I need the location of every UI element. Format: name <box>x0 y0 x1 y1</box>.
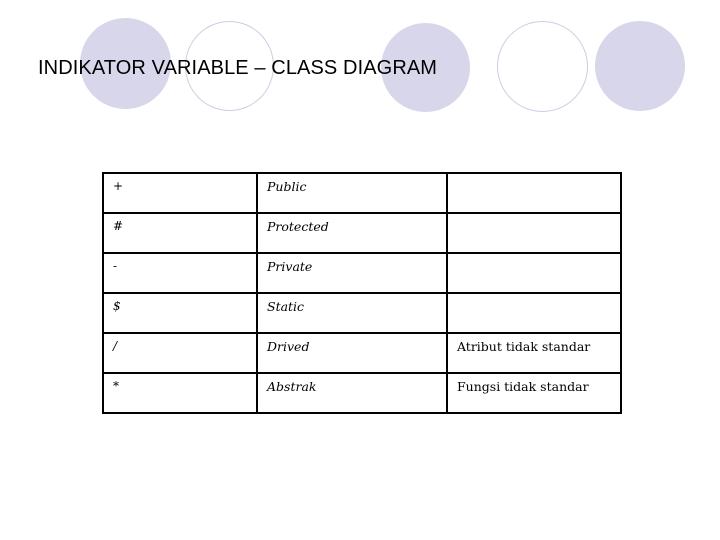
cell-symbol: # <box>102 212 258 254</box>
cell-note: Fungsi tidak standar <box>446 372 622 414</box>
cell-meaning: Private <box>256 252 448 294</box>
cell-meaning: Drived <box>256 332 448 374</box>
table-row: # Protected <box>102 212 622 254</box>
cell-symbol: + <box>102 172 258 214</box>
cell-symbol: - <box>102 252 258 294</box>
cell-note <box>446 252 622 294</box>
cell-meaning: Static <box>256 292 448 334</box>
cell-meaning: Public <box>256 172 448 214</box>
slide-canvas: INDIKATOR VARIABLE – CLASS DIAGRAM + Pub… <box>0 0 720 540</box>
cell-note <box>446 292 622 334</box>
table-row: * Abstrak Fungsi tidak standar <box>102 372 622 414</box>
cell-symbol: $ <box>102 292 258 334</box>
cell-meaning: Protected <box>256 212 448 254</box>
cell-note: Atribut tidak standar <box>446 332 622 374</box>
cell-symbol: / <box>102 332 258 374</box>
table-row: $ Static <box>102 292 622 334</box>
table-row: - Private <box>102 252 622 294</box>
cell-meaning: Abstrak <box>256 372 448 414</box>
table-row: / Drived Atribut tidak standar <box>102 332 622 374</box>
cell-symbol: * <box>102 372 258 414</box>
slide-title: INDIKATOR VARIABLE – CLASS DIAGRAM <box>38 57 438 79</box>
cell-note <box>446 212 622 254</box>
indicator-variable-table: + Public # Protected - Private $ Static … <box>102 172 622 414</box>
cell-note <box>446 172 622 214</box>
table-row: + Public <box>102 172 622 214</box>
decorative-circle-5 <box>595 21 685 111</box>
